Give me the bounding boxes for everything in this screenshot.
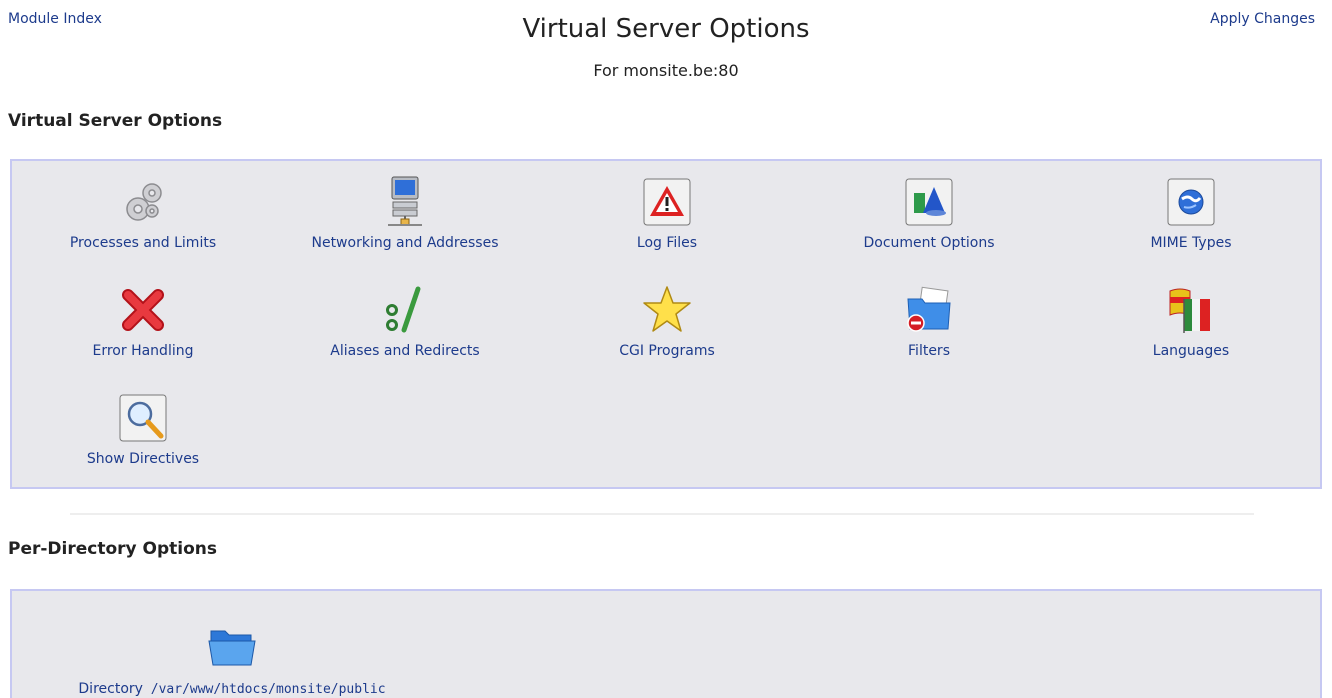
page-subtitle: For monsite.be:80: [593, 61, 739, 80]
directory-path: /var/www/htdocs/monsite/public: [150, 682, 386, 697]
directory-prefix: Directory: [78, 681, 143, 697]
networking-and-addresses-option[interactable]: Networking and Addresses: [274, 175, 536, 251]
document-options-option[interactable]: Document Options: [798, 175, 1060, 251]
per-directory-panel: Directory /var/www/htdocs/monsite/public: [10, 589, 1322, 698]
option-label: Processes and Limits: [69, 235, 217, 251]
gears-icon: [126, 183, 162, 221]
option-label: Filters: [908, 343, 950, 359]
processes-and-limits-option[interactable]: Processes and Limits: [12, 175, 274, 251]
star-icon: [643, 286, 691, 332]
languages-option[interactable]: Languages: [1060, 283, 1322, 359]
red-x-icon: [122, 289, 164, 331]
option-label: Document Options: [863, 235, 995, 251]
network-computer-icon: [388, 176, 422, 226]
filters-option[interactable]: Filters: [798, 283, 1060, 359]
mime-types-option[interactable]: MIME Types: [1060, 175, 1322, 251]
colon-slash-icon: [386, 286, 421, 333]
folder-icon: [208, 630, 256, 666]
per-directory-heading: Per-Directory Options: [8, 539, 218, 559]
directory-option[interactable]: Directory /var/www/htdocs/monsite/public: [12, 621, 452, 697]
virtual-server-panel: Processes and Limits Networking and Addr…: [10, 159, 1322, 489]
option-label: Aliases and Redirects: [330, 343, 480, 359]
magnifier-icon: [119, 394, 167, 442]
warning-triangle-icon: [643, 178, 691, 226]
flags-icon: [1169, 288, 1210, 333]
option-label: Log Files: [636, 235, 698, 251]
option-label: Error Handling: [92, 343, 194, 359]
section-divider: [70, 513, 1254, 515]
document-shapes-icon: [905, 178, 953, 226]
error-handling-option[interactable]: Error Handling: [12, 283, 274, 359]
directory-label: Directory /var/www/htdocs/monsite/public: [78, 681, 385, 697]
folder-blocked-icon: [907, 286, 951, 332]
virtual-server-heading: Virtual Server Options: [8, 111, 223, 131]
log-files-option[interactable]: Log Files: [536, 175, 798, 251]
cgi-programs-option[interactable]: CGI Programs: [536, 283, 798, 359]
option-label: Show Directives: [86, 451, 200, 467]
option-label: Networking and Addresses: [311, 235, 499, 251]
show-directives-option[interactable]: Show Directives: [12, 391, 274, 467]
globe-icon: [1167, 178, 1215, 226]
option-label: MIME Types: [1150, 235, 1232, 251]
option-label: Languages: [1152, 343, 1230, 359]
page-title: Virtual Server Options: [522, 14, 810, 44]
option-label: CGI Programs: [619, 343, 715, 359]
aliases-and-redirects-option[interactable]: Aliases and Redirects: [274, 283, 536, 359]
